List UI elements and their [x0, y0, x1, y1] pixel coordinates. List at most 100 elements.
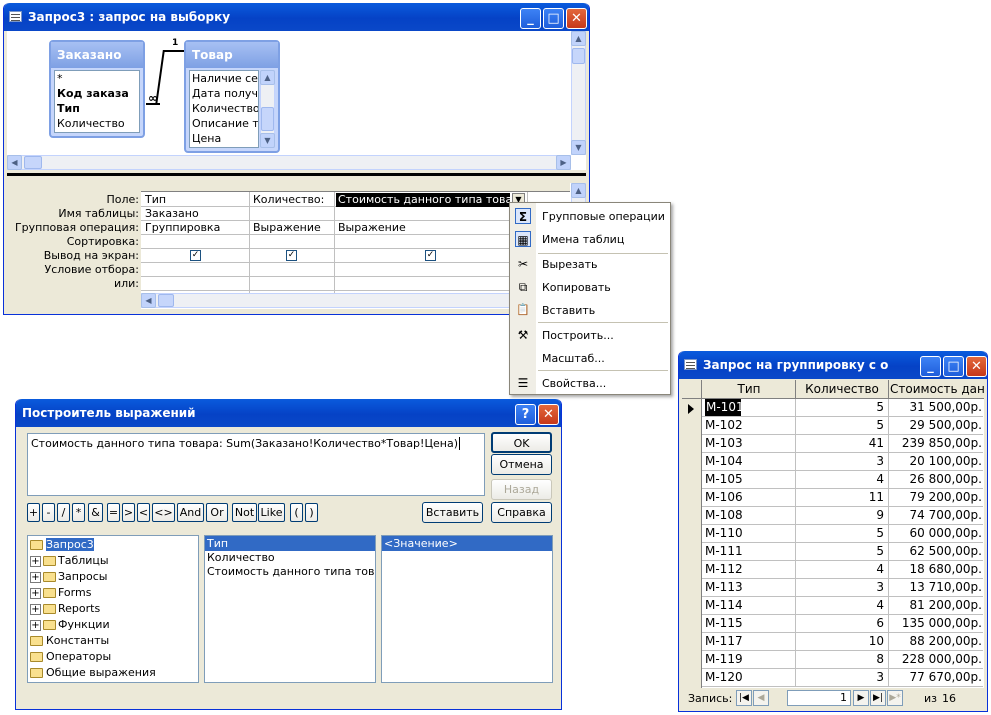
column-3-table[interactable]	[336, 207, 510, 221]
table-row[interactable]: М-104 3 20 100,00р.	[682, 453, 983, 471]
minimize-button[interactable]: _	[920, 356, 941, 377]
column-2-field[interactable]: Количество:	[251, 193, 333, 207]
expression-textbox[interactable]: Стоимость данного типа товара: Sum(Заказ…	[27, 433, 485, 496]
menu-item-zoom[interactable]: Масштаб...	[510, 347, 670, 369]
cell-quantity[interactable]: 4	[796, 561, 884, 578]
scroll-left-arrow[interactable]: ◀	[7, 155, 22, 170]
scroll-thumb[interactable]	[572, 48, 585, 64]
expand-plus-icon[interactable]: +	[30, 620, 41, 631]
scroll-thumb[interactable]	[158, 294, 174, 307]
table-row[interactable]: М-108 9 74 700,00р.	[682, 507, 983, 525]
close-button[interactable]: ✕	[538, 404, 559, 425]
column-header-tip[interactable]: Тип	[703, 382, 795, 396]
cell-quantity[interactable]: 11	[796, 489, 884, 506]
column-header-strip[interactable]	[141, 183, 570, 192]
operator-multiply-button[interactable]: *	[72, 503, 85, 522]
cell-cost[interactable]: 228 000,00р.	[889, 651, 982, 668]
expand-plus-icon[interactable]: +	[30, 604, 41, 615]
operator-minus-button[interactable]: -	[42, 503, 55, 522]
cell-tip[interactable]: М-119	[705, 651, 793, 668]
cell-quantity[interactable]: 41	[796, 435, 884, 452]
object-tree-list[interactable]: Запрос3 + Таблицы + Запросы + Forms + Report…	[27, 535, 199, 683]
scroll-thumb[interactable]	[24, 156, 42, 169]
field-item[interactable]: *	[55, 71, 139, 86]
minimize-button[interactable]: _	[520, 8, 541, 29]
maximize-button[interactable]: □	[543, 8, 564, 29]
tree-item-queries[interactable]: + Запросы	[28, 569, 198, 585]
help-button[interactable]: ?	[515, 404, 536, 425]
close-button[interactable]: ✕	[566, 8, 587, 29]
operator-open-paren-button[interactable]: (	[290, 503, 303, 522]
cell-tip[interactable]: М-120	[705, 669, 793, 686]
next-record-button[interactable]: ▶	[853, 690, 869, 706]
table-row[interactable]: М-101 5 31 500,00р.	[682, 399, 983, 417]
table-zakazano[interactable]: Заказано * Код заказа Тип Количество	[49, 40, 145, 138]
cell-tip[interactable]: М-113	[705, 579, 793, 596]
cell-tip[interactable]: М-106	[705, 489, 793, 506]
cell-tip[interactable]: М-104	[705, 453, 793, 470]
query-title-bar[interactable]: Запрос3 : запрос на выборку _ □ ✕	[4, 3, 589, 31]
scroll-up-arrow[interactable]: ▲	[571, 183, 586, 198]
cell-cost[interactable]: 13 710,00р.	[889, 579, 982, 596]
operator-divide-button[interactable]: /	[57, 503, 70, 522]
cell-cost[interactable]: 79 200,00р.	[889, 489, 982, 506]
grid-hscroll[interactable]: ◀	[141, 293, 570, 308]
menu-item-cut[interactable]: ✂ Вырезать	[510, 253, 670, 275]
tree-item-tables[interactable]: + Таблицы	[28, 553, 198, 569]
table-row[interactable]: М-114 4 81 200,00р.	[682, 597, 983, 615]
cell-tip[interactable]: М-110	[705, 525, 793, 542]
row-selector-column[interactable]	[682, 399, 702, 688]
scroll-down-arrow[interactable]: ▼	[260, 133, 275, 148]
value-list[interactable]: <Значение>	[381, 535, 553, 683]
cell-quantity[interactable]: 5	[796, 417, 884, 434]
cell-quantity[interactable]: 8	[796, 651, 884, 668]
table-row[interactable]: М-102 5 29 500,00р.	[682, 417, 983, 435]
tree-item-forms[interactable]: + Forms	[28, 585, 198, 601]
cancel-button[interactable]: Отмена	[491, 454, 552, 475]
maximize-button[interactable]: □	[943, 356, 964, 377]
operator-or-button[interactable]: Or	[206, 503, 228, 522]
field-item[interactable]: Наличие сер	[190, 71, 258, 86]
cell-tip[interactable]: М-117	[705, 633, 793, 650]
scroll-down-arrow[interactable]: ▼	[571, 140, 586, 155]
field-item[interactable]: Код заказа	[55, 86, 139, 101]
value-list-item[interactable]: <Значение>	[382, 536, 552, 551]
field-item[interactable]: Количество	[190, 101, 258, 116]
operator-like-button[interactable]: Like	[258, 503, 285, 522]
expand-plus-icon[interactable]: +	[30, 556, 41, 567]
field-item[interactable]: Тип	[55, 101, 139, 116]
last-record-button[interactable]: ▶|	[870, 690, 886, 706]
operator-and-button[interactable]: And	[177, 503, 204, 522]
menu-item-build[interactable]: ⚒ Построить...	[510, 324, 670, 346]
field-item[interactable]: Количество	[55, 116, 139, 131]
table-row[interactable]: М-105 4 26 800,00р.	[682, 471, 983, 489]
scroll-up-arrow[interactable]: ▲	[260, 70, 275, 85]
scroll-left-arrow[interactable]: ◀	[141, 293, 156, 308]
cell-quantity[interactable]: 10	[796, 633, 884, 650]
cell-quantity[interactable]: 6	[796, 615, 884, 632]
field-list[interactable]: Тип Количество Стоимость данного типа то…	[204, 535, 376, 683]
column-header-quantity[interactable]: Количество	[796, 382, 888, 396]
table-row[interactable]: М-120 3 77 670,00р.	[682, 669, 983, 687]
table-row[interactable]: М-112 4 18 680,00р.	[682, 561, 983, 579]
cell-tip[interactable]: М-108	[705, 507, 793, 524]
menu-item-copy[interactable]: ⧉ Копировать	[510, 276, 670, 298]
column-header-cost[interactable]: Стоимость дан	[890, 382, 984, 396]
menu-item-paste[interactable]: 📋 Вставить	[510, 299, 670, 321]
cell-quantity[interactable]: 5	[796, 525, 884, 542]
cell-cost[interactable]: 74 700,00р.	[889, 507, 982, 524]
scroll-right-arrow[interactable]: ▶	[556, 155, 571, 170]
field-item[interactable]: Дата получе	[190, 86, 258, 101]
cell-cost[interactable]: 62 500,00р.	[889, 543, 982, 560]
table-row[interactable]: М-106 11 79 200,00р.	[682, 489, 983, 507]
field-list-item[interactable]: Стоимость данного типа товара	[205, 565, 375, 579]
cell-quantity[interactable]: 3	[796, 453, 884, 470]
record-number-input[interactable]: 1	[787, 690, 851, 706]
prev-record-button[interactable]: ◀	[753, 690, 769, 706]
field-list-item[interactable]: Тип	[205, 536, 375, 551]
field-item[interactable]: Цена	[190, 131, 258, 146]
cell-tip[interactable]: М-101	[705, 399, 741, 416]
column-3-group[interactable]: Выражение	[336, 221, 510, 235]
column-1-field[interactable]: Тип	[143, 193, 247, 207]
operator-plus-button[interactable]: +	[27, 503, 40, 522]
